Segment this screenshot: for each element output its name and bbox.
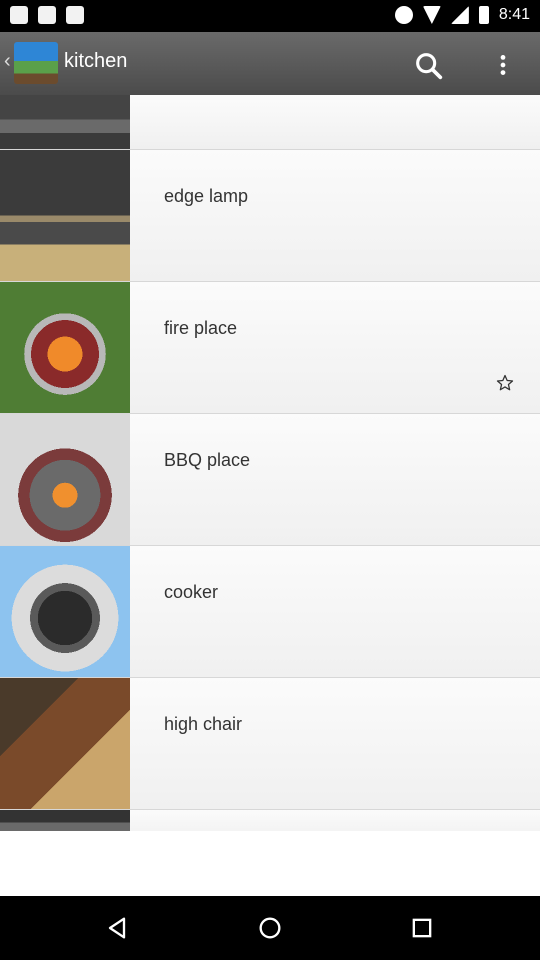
system-nav-bar — [0, 896, 540, 960]
wifi-icon — [422, 6, 441, 24]
do-not-disturb-icon — [394, 6, 413, 24]
app-logo[interactable] — [14, 42, 58, 84]
list-item[interactable]: cooker — [0, 546, 540, 678]
item-thumbnail — [0, 678, 130, 809]
list-item[interactable]: high chair — [0, 678, 540, 810]
item-thumbnail — [0, 95, 130, 149]
item-label: fire place — [164, 318, 238, 338]
item-label: edge lamp — [164, 186, 249, 206]
status-bar: 8:41 — [0, 0, 540, 32]
list-item[interactable] — [0, 95, 540, 150]
status-system-icons: 8:41 — [394, 6, 530, 24]
item-label: high chair — [164, 714, 243, 734]
item-list: edge lamp fire place BBQ place cooker hi… — [0, 95, 540, 831]
nav-recents-icon[interactable] — [408, 914, 436, 942]
item-thumbnail — [0, 414, 130, 545]
item-thumbnail — [0, 810, 130, 831]
item-thumbnail — [0, 150, 130, 281]
star-outline-icon[interactable] — [496, 374, 514, 392]
nav-home-icon[interactable] — [256, 914, 284, 942]
page-title: kitchen — [64, 50, 128, 72]
nav-back-icon[interactable] — [103, 914, 131, 942]
battery-icon — [478, 6, 489, 24]
list-item[interactable]: edge lamp — [0, 150, 540, 282]
list-item[interactable]: BBQ place — [0, 414, 540, 546]
list-item[interactable]: fire place — [0, 282, 540, 414]
more-vertical-icon[interactable] — [490, 48, 516, 82]
item-thumbnail — [0, 282, 130, 413]
item-thumbnail — [0, 546, 130, 677]
item-label: BBQ place — [164, 450, 251, 470]
item-label: cooker — [164, 582, 219, 602]
app-notification-icon — [10, 6, 28, 24]
app-bar: ‹ kitchen — [0, 32, 540, 95]
signal-icon — [450, 6, 469, 24]
search-icon[interactable] — [412, 49, 446, 83]
shop-notification-icon — [38, 6, 56, 24]
clock: 8:41 — [498, 6, 530, 23]
list-item[interactable] — [0, 810, 540, 831]
status-notification-icons — [10, 6, 84, 24]
bag-notification-icon — [66, 6, 84, 24]
